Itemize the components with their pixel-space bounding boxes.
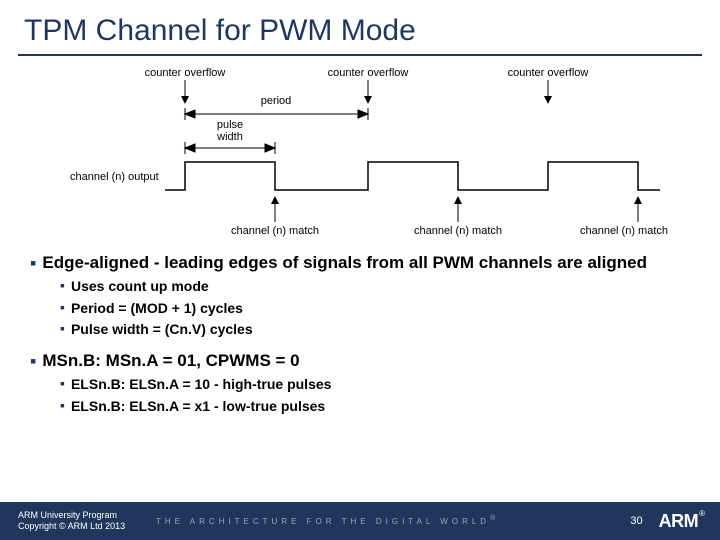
match-label-3: channel (n) match: [580, 225, 668, 237]
sub-bullet-text: ELSn.B: ELSn.A = 10 - high-true pulses: [71, 375, 331, 395]
pulse-width-label-1: pulse: [217, 119, 243, 131]
sub-bullet-period: ▪ Period = (MOD + 1) cycles: [60, 299, 700, 319]
bullet-icon: ▪: [60, 300, 65, 314]
sub-bullet-text: Period = (MOD + 1) cycles: [71, 299, 243, 319]
footer-line1: ARM University Program: [18, 510, 150, 521]
page-title: TPM Channel for PWM Mode: [0, 0, 720, 54]
bullet-text: MSn.B: MSn.A = 01, CPWMS = 0: [42, 350, 299, 371]
match-label-1: channel (n) match: [231, 225, 319, 237]
bullet-icon: ▪: [60, 398, 65, 412]
footer-tagline: THE ARCHITECTURE FOR THE DIGITAL WORLD®: [150, 517, 619, 526]
arm-logo-text: ARM: [659, 511, 699, 532]
bullet-text: Edge-aligned - leading edges of signals …: [42, 252, 647, 273]
sub-bullet-text: ELSn.B: ELSn.A = x1 - low-true pulses: [71, 397, 325, 417]
pulse-width-label-2: width: [216, 131, 243, 143]
sub-bullet-elsn-high: ▪ ELSn.B: ELSn.A = 10 - high-true pulses: [60, 375, 700, 395]
registered-mark: ®: [699, 509, 705, 518]
bullet-icon: ▪: [60, 278, 65, 292]
sub-bullet-count-up: ▪ Uses count up mode: [60, 277, 700, 297]
page-number: 30: [619, 515, 659, 527]
bullet-icon: ▪: [60, 321, 65, 335]
bullet-edge-aligned: ▪ Edge-aligned - leading edges of signal…: [30, 252, 700, 273]
footer-line2: Copyright © ARM Ltd 2013: [18, 521, 150, 532]
sub-bullet-elsn-low: ▪ ELSn.B: ELSn.A = x1 - low-true pulses: [60, 397, 700, 417]
sub-bullet-text: Uses count up mode: [71, 277, 209, 297]
bullet-icon: ▪: [60, 376, 65, 390]
timing-diagram: counter overflow counter overflow counte…: [50, 62, 670, 242]
title-divider: [18, 54, 702, 56]
arm-logo: ARM ®: [659, 511, 720, 532]
sub-bullet-text: Pulse width = (Cn.V) cycles: [71, 320, 253, 340]
overflow-label-1: counter overflow: [145, 67, 226, 79]
footer-program: ARM University Program Copyright © ARM L…: [0, 510, 150, 532]
match-label-2: channel (n) match: [414, 225, 502, 237]
channel-output-label: channel (n) output: [70, 171, 159, 183]
overflow-label-2: counter overflow: [328, 67, 409, 79]
bullet-icon: ▪: [30, 352, 36, 370]
bullet-icon: ▪: [30, 254, 36, 272]
slide-footer: ARM University Program Copyright © ARM L…: [0, 502, 720, 540]
content-block: ▪ Edge-aligned - leading edges of signal…: [0, 242, 720, 418]
period-label: period: [261, 95, 292, 107]
sub-bullet-pulse-width: ▪ Pulse width = (Cn.V) cycles: [60, 320, 700, 340]
bullet-msn: ▪ MSn.B: MSn.A = 01, CPWMS = 0: [30, 350, 700, 371]
overflow-label-3: counter overflow: [508, 67, 589, 79]
